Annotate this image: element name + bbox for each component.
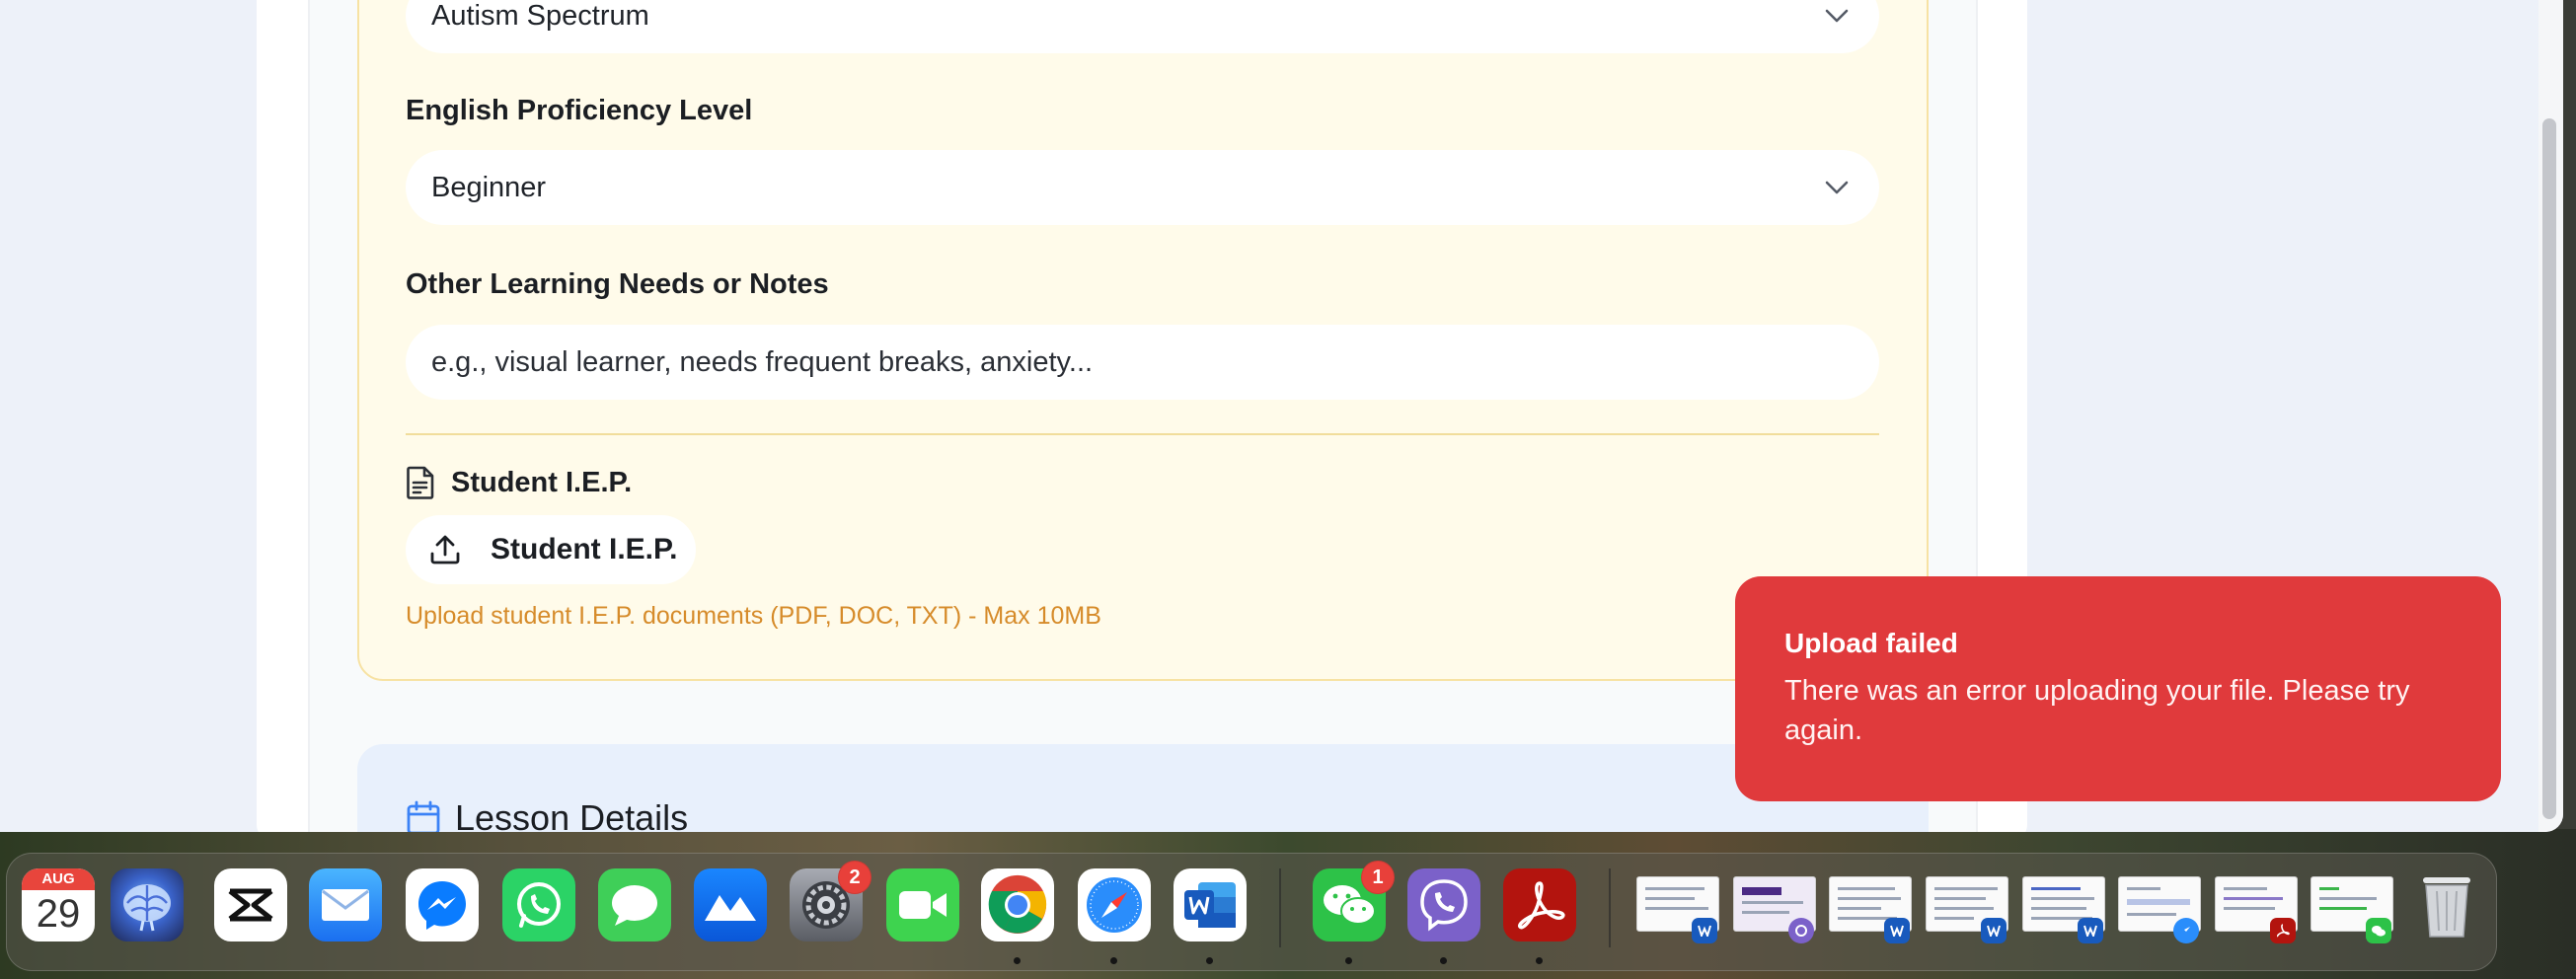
messages-icon[interactable] <box>598 868 671 941</box>
iep-heading: Student I.E.P. <box>406 466 632 499</box>
maps-app-icon[interactable] <box>694 868 767 941</box>
chrome-icon[interactable] <box>981 868 1054 941</box>
safari-icon[interactable] <box>1078 868 1151 941</box>
viber-icon[interactable] <box>1407 868 1480 941</box>
chevron-down-icon <box>1825 9 1849 23</box>
upload-icon <box>430 535 460 565</box>
upload-hint: Upload student I.E.P. documents (PDF, DO… <box>406 602 1101 630</box>
word-icon[interactable] <box>1174 868 1247 941</box>
wechat-badge: 1 <box>1361 861 1395 894</box>
disability-select[interactable]: Autism Spectrum <box>406 0 1879 53</box>
word-running-dot <box>1206 957 1213 964</box>
whatsapp-icon[interactable] <box>502 868 575 941</box>
dock-separator <box>1279 868 1281 947</box>
calendar-day: 29 <box>36 892 81 936</box>
english-proficiency-value: Beginner <box>431 171 547 203</box>
calendar-month: AUG <box>22 868 95 890</box>
upload-button-label: Student I.E.P. <box>491 533 678 565</box>
scrollbar-thumb[interactable] <box>2542 118 2556 819</box>
word-mini-icon <box>1981 918 2007 943</box>
viber-mini-icon <box>1788 918 1814 943</box>
document-icon <box>407 466 434 499</box>
wechat-mini-icon <box>2366 918 2391 943</box>
other-needs-input[interactable] <box>406 325 1879 400</box>
section-divider <box>406 433 1879 435</box>
toast-title: Upload failed <box>1784 628 1958 658</box>
lesson-details-title: Lesson Details <box>455 797 689 832</box>
toast-message: There was an error uploading your file. … <box>1784 675 2410 746</box>
iep-title: Student I.E.P. <box>451 466 633 498</box>
word-mini-icon <box>2078 918 2103 943</box>
upload-error-toast[interactable]: Upload failed There was an error uploadi… <box>1735 576 2501 801</box>
calendar-app-icon[interactable]: AUG 29 <box>22 868 95 941</box>
messenger-icon[interactable] <box>406 868 479 941</box>
safari-running-dot <box>1110 957 1117 964</box>
viber-running-dot <box>1440 957 1447 964</box>
acrobat-mini-icon <box>2270 918 2296 943</box>
trash-icon[interactable] <box>2408 868 2485 941</box>
capcut-icon[interactable] <box>214 868 287 941</box>
mail-icon[interactable] <box>309 868 382 941</box>
calendar-icon <box>407 800 440 832</box>
chevron-down-icon <box>1825 181 1849 194</box>
english-proficiency-label: English Proficiency Level <box>406 95 753 126</box>
dock-separator <box>1609 868 1611 947</box>
iep-upload-button[interactable]: Student I.E.P. <box>406 515 696 584</box>
word-mini-icon <box>1884 918 1910 943</box>
safari-mini-icon <box>2173 918 2199 943</box>
lesson-details-heading: Lesson Details <box>406 797 688 832</box>
other-needs-label: Other Learning Needs or Notes <box>406 268 829 300</box>
disability-select-value: Autism Spectrum <box>431 0 649 32</box>
acrobat-icon[interactable] <box>1503 868 1576 941</box>
facetime-icon[interactable] <box>886 868 959 941</box>
brain-app-icon[interactable] <box>111 868 184 941</box>
english-proficiency-select[interactable]: Beginner <box>406 150 1879 225</box>
word-mini-icon <box>1692 918 1717 943</box>
acrobat-running-dot <box>1536 957 1543 964</box>
system-settings-badge: 2 <box>838 861 871 894</box>
wechat-running-dot <box>1345 957 1352 964</box>
chrome-running-dot <box>1014 957 1021 964</box>
